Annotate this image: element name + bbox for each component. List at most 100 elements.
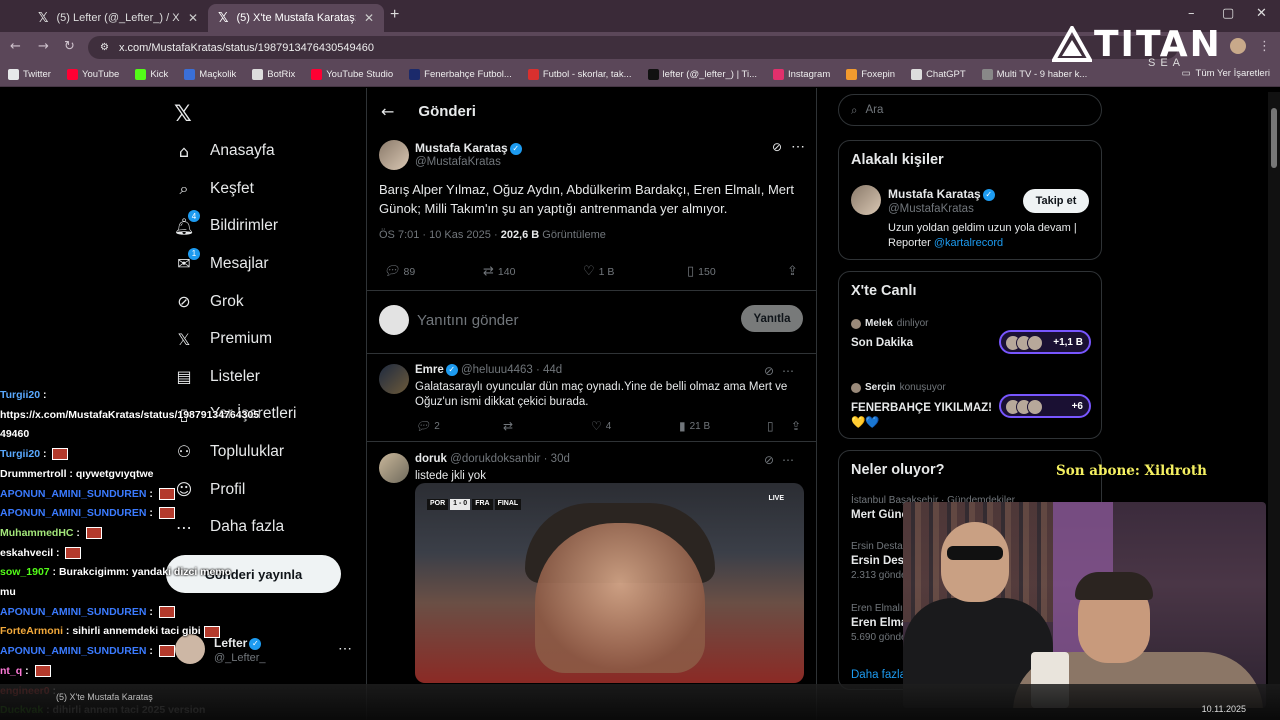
chat-message: Turgii20 : xyxy=(0,389,47,401)
follow-button[interactable]: Takip et xyxy=(1023,189,1089,213)
reply-input[interactable]: Yanıtını gönder xyxy=(417,312,518,329)
tab-label: (5) Lefter (@_Lefter_) / X xyxy=(56,12,180,24)
nav-item-list[interactable]: ▤ Listeler xyxy=(174,367,260,388)
live-space-row[interactable]: Serçin konuşuyor FENERBAHÇE YIKILMAZ!💛💙 +… xyxy=(851,382,1091,431)
tweet-time[interactable]: ÖS 7:01 · 10 Kas 2025 · xyxy=(379,229,498,241)
bookmark-item[interactable]: Maçkolik xyxy=(176,68,244,80)
listeners-pill[interactable]: +6 xyxy=(999,394,1091,418)
x-home-logo-icon[interactable]: 𝕏 xyxy=(174,102,192,127)
bookmark-item[interactable]: BotRix xyxy=(244,68,303,80)
nav-item-search[interactable]: ⌕ Keşfet xyxy=(174,179,254,199)
browser-tab-tweet[interactable]: 𝕏 (5) X'te Mustafa Karataş: "Barış ✕ xyxy=(208,4,384,32)
bookmark-favicon-icon xyxy=(184,68,196,80)
avatar[interactable] xyxy=(379,364,409,394)
titan-watermark-sub: SEA xyxy=(1148,57,1186,69)
bookmark-action[interactable]: ▯ xyxy=(767,419,774,433)
related-handle[interactable]: @MustafaKratas xyxy=(888,203,974,215)
reply-video[interactable]: POR 1 - 0 FRA FINAL LIVE xyxy=(415,483,804,683)
reply-tweet[interactable]: doruk @dorukdoksanbir · 30d ⊘⋯ listede j… xyxy=(367,443,816,720)
bookmark-item[interactable]: Twitter xyxy=(0,68,59,80)
site-settings-icon[interactable]: ⚙ xyxy=(100,42,109,53)
bookmark-favicon-icon xyxy=(527,68,539,80)
bookmark-item[interactable]: Foxepin xyxy=(838,68,903,80)
nav-item-bell[interactable]: 🔔︎ 4 Bildirimler xyxy=(174,210,278,237)
bookmark-favicon-icon xyxy=(911,68,923,80)
bookmark-label: Instagram xyxy=(788,68,831,80)
minimize-icon[interactable]: – xyxy=(1188,6,1195,21)
more-options-icon[interactable]: ⋯ xyxy=(338,640,352,657)
avatar[interactable] xyxy=(851,185,881,215)
taskbar-item[interactable]: (5) X'te Mustafa Karataş xyxy=(56,692,153,702)
chat-message: MuhammedHC : xyxy=(0,524,300,544)
bookmark-favicon-icon xyxy=(846,68,858,80)
nav-item-grok[interactable]: ⊘ Grok xyxy=(174,291,243,312)
video-frame-shape xyxy=(535,523,705,673)
repost-action[interactable]: ⇄ xyxy=(503,419,513,433)
reply-author-name[interactable]: Emre xyxy=(415,364,444,376)
nav-item-mail[interactable]: ✉ 1 Mesajlar xyxy=(174,247,269,275)
bookmark-item[interactable]: Multi TV - 9 haber k... xyxy=(974,68,1096,80)
author-name[interactable]: Mustafa Karataş xyxy=(415,141,508,155)
bookmark-action[interactable]: ▯ 150 xyxy=(687,264,716,279)
related-name[interactable]: Mustafa Karataş ✓ xyxy=(888,187,995,201)
chat-emote-icon xyxy=(34,665,51,678)
browser-tab-lefter[interactable]: 𝕏 (5) Lefter (@_Lefter_) / X ✕ xyxy=(28,4,208,32)
chat-username: APONUN_AMINI_SUNDUREN xyxy=(0,605,147,618)
avatar xyxy=(851,318,861,329)
share-action[interactable]: ⇪ xyxy=(791,419,801,433)
scrollbar-thumb[interactable] xyxy=(1271,108,1277,168)
like-action[interactable]: ♡ 4 xyxy=(591,419,611,433)
reply-button[interactable]: Yanıtla xyxy=(741,305,803,332)
like-action[interactable]: ♡ 1 B xyxy=(583,264,614,279)
all-bookmarks[interactable]: ▭ Tüm Yer İşaretleri xyxy=(1182,68,1270,79)
bookmark-item[interactable]: Fenerbahçe Futbol... xyxy=(401,68,520,80)
address-bar[interactable]: ⚙ x.com/MustafaKratas/status/19879134764… xyxy=(88,36,1178,59)
bookmark-item[interactable]: YouTube Studio xyxy=(303,68,401,80)
reply-options-icon[interactable]: ⊘⋯ xyxy=(764,364,802,378)
repost-action[interactable]: ⇄ 140 xyxy=(483,264,515,279)
reply-action[interactable]: 💬︎ 89 xyxy=(383,264,415,279)
search-input[interactable]: ⌕ Ara xyxy=(838,94,1102,126)
close-icon[interactable]: ✕ xyxy=(188,11,198,25)
reply-author-handle[interactable]: @heluuu4463 · 44d xyxy=(461,364,562,376)
bookmark-icon: ▯ xyxy=(687,264,695,279)
avatar[interactable] xyxy=(379,453,409,483)
chat-username: Drummertroll xyxy=(0,467,67,480)
back-icon[interactable]: ← xyxy=(10,39,21,54)
bookmark-label: Futbol - skorlar, tak... xyxy=(542,68,632,80)
author-handle[interactable]: @MustafaKratas xyxy=(415,156,501,168)
profile-avatar[interactable] xyxy=(1230,38,1246,54)
new-tab-button[interactable]: + xyxy=(390,6,399,24)
nav-item-home[interactable]: ⌂ Anasayfa xyxy=(174,141,275,162)
reply-options-icon[interactable]: ⊘⋯ xyxy=(764,453,802,467)
window-close-icon[interactable]: ✕ xyxy=(1256,6,1267,21)
bookmark-item[interactable]: ChatGPT xyxy=(903,68,974,80)
forward-icon[interactable]: → xyxy=(38,39,49,54)
back-arrow-icon[interactable]: ← xyxy=(381,102,394,121)
nav-item-x-premium[interactable]: 𝕏 Premium xyxy=(174,329,272,350)
views-action[interactable]: ▮ 21 B xyxy=(679,419,710,433)
person-shape xyxy=(1075,572,1153,600)
maximize-icon[interactable]: ▢ xyxy=(1222,6,1234,21)
grok-icon[interactable]: ⊘ xyxy=(772,140,782,154)
close-icon[interactable]: ✕ xyxy=(364,11,374,25)
chat-message: sow_1907 : Burakcigimm: yandaki dizci me… xyxy=(0,566,232,579)
reply-author-handle[interactable]: @dorukdoksanbir · 30d xyxy=(450,453,570,465)
listeners-pill[interactable]: +1,1 B xyxy=(999,330,1091,354)
page-scrollbar[interactable] xyxy=(1268,92,1280,684)
more-options-icon[interactable]: ⋯ xyxy=(791,138,805,155)
reply-action[interactable]: 💬︎ 2 xyxy=(415,419,440,433)
bookmark-item[interactable]: Futbol - skorlar, tak... xyxy=(520,68,640,80)
bio-link[interactable]: @kartalrecord xyxy=(934,237,1003,249)
bookmark-item[interactable]: YouTube xyxy=(59,68,127,80)
live-space-row[interactable]: Melek dinliyor Son Dakika +1,1 B xyxy=(851,318,1091,354)
avatar[interactable] xyxy=(379,140,409,170)
bookmark-item[interactable]: lefter (@_lefter_) | Ti... xyxy=(640,68,765,80)
share-action[interactable]: ⇪ xyxy=(787,264,798,279)
menu-icon[interactable]: ⋮ xyxy=(1258,39,1271,54)
reply-tweet[interactable]: Emre ✓ @heluuu4463 · 44d ⊘⋯ Galatasaraylı… xyxy=(367,354,816,442)
bookmark-item[interactable]: Instagram xyxy=(765,68,838,80)
bookmark-item[interactable]: Kick xyxy=(127,68,176,80)
reload-icon[interactable]: ↻ xyxy=(64,39,75,54)
reply-author-name[interactable]: doruk xyxy=(415,453,447,465)
